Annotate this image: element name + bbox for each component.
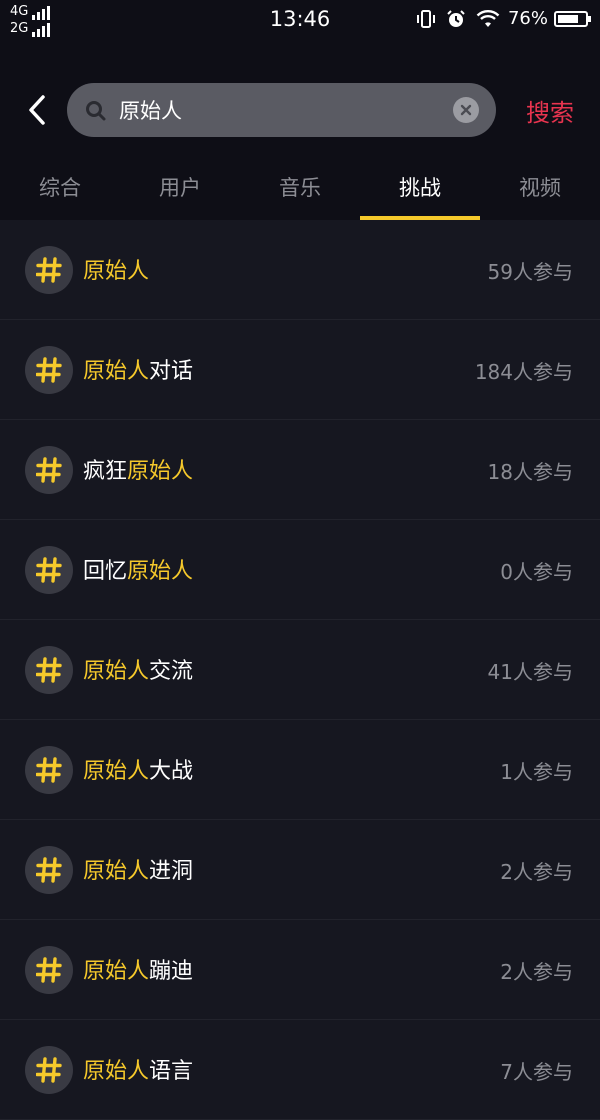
vibrate-icon bbox=[416, 9, 436, 29]
challenge-item[interactable]: 原始人大战 1人参与 bbox=[0, 720, 600, 820]
chevron-left-icon bbox=[29, 95, 45, 125]
challenge-title: 原始人蹦迪 bbox=[83, 953, 193, 985]
clear-search-button[interactable] bbox=[453, 97, 479, 123]
challenge-title-highlight: 原始人 bbox=[83, 759, 150, 784]
hashtag-icon bbox=[25, 846, 73, 894]
status-bar: 4G 2G 13:46 76% bbox=[0, 0, 600, 40]
challenge-title-highlight: 原始人 bbox=[83, 1059, 150, 1084]
challenge-title: 原始人对话 bbox=[83, 353, 193, 385]
close-icon bbox=[460, 104, 472, 116]
battery-percentage: 76% bbox=[507, 8, 548, 29]
search-bar[interactable] bbox=[67, 83, 496, 137]
challenge-title-suffix: 进洞 bbox=[149, 859, 194, 884]
challenge-title-suffix: 蹦迪 bbox=[149, 959, 194, 984]
participant-count: 2人参与 bbox=[500, 860, 573, 884]
challenge-title-prefix: 回忆 bbox=[83, 559, 128, 584]
challenge-title-suffix: 大战 bbox=[149, 759, 194, 784]
challenge-title-highlight: 原始人 bbox=[83, 659, 150, 684]
participant-count: 2人参与 bbox=[500, 960, 573, 984]
challenge-title: 原始人交流 bbox=[83, 653, 193, 685]
participant-count: 41人参与 bbox=[487, 660, 573, 684]
challenge-item[interactable]: 原始人对话 184人参与 bbox=[0, 320, 600, 420]
challenge-title-highlight: 原始人 bbox=[83, 959, 150, 984]
search-icon bbox=[85, 100, 107, 126]
battery-fill bbox=[558, 14, 578, 23]
hashtag-icon bbox=[25, 746, 73, 794]
hashtag-icon bbox=[25, 446, 73, 494]
challenge-item[interactable]: 原始人交流 41人参与 bbox=[0, 620, 600, 720]
challenge-title-suffix: 对话 bbox=[149, 359, 194, 384]
participant-count: 1人参与 bbox=[500, 760, 573, 784]
battery-icon bbox=[554, 10, 591, 27]
tab-challenges[interactable]: 挑战 bbox=[360, 160, 480, 220]
challenge-item[interactable]: 原始人 59人参与 bbox=[0, 220, 600, 320]
challenge-title-highlight: 原始人 bbox=[83, 359, 150, 384]
tab-music[interactable]: 音乐 bbox=[240, 160, 360, 220]
challenge-title: 原始人语言 bbox=[83, 1053, 193, 1085]
hashtag-icon bbox=[25, 346, 73, 394]
hashtag-icon bbox=[25, 946, 73, 994]
participant-count: 7人参与 bbox=[500, 1060, 573, 1084]
header: 4G 2G 13:46 76% 原始人 搜索 综合 用户 音乐 挑战 视频 bbox=[0, 0, 600, 220]
challenge-results-list: 原始人 59人参与 原始人对话 184人参与 疯狂原始人 18人参与 回忆原始人… bbox=[0, 220, 600, 1120]
challenge-title: 原始人 bbox=[83, 253, 149, 285]
alarm-icon bbox=[446, 9, 466, 29]
participant-count: 59人参与 bbox=[487, 260, 573, 284]
search-button[interactable]: 搜索 bbox=[526, 93, 574, 128]
wifi-icon bbox=[476, 9, 500, 29]
tab-users[interactable]: 用户 bbox=[120, 160, 240, 220]
search-input[interactable] bbox=[119, 93, 439, 127]
challenge-title-prefix: 疯狂 bbox=[83, 459, 128, 484]
hashtag-icon bbox=[25, 246, 73, 294]
challenge-title-suffix: 交流 bbox=[149, 659, 194, 684]
challenge-item[interactable]: 回忆原始人 0人参与 bbox=[0, 520, 600, 620]
participant-count: 0人参与 bbox=[500, 560, 573, 584]
challenge-title: 疯狂原始人 bbox=[83, 453, 193, 485]
tab-videos[interactable]: 视频 bbox=[480, 160, 600, 220]
challenge-title-highlight: 原始人 bbox=[83, 859, 150, 884]
challenge-title-suffix: 语言 bbox=[149, 1059, 194, 1084]
challenge-title: 回忆原始人 bbox=[83, 553, 193, 585]
challenge-title-highlight: 原始人 bbox=[127, 559, 194, 584]
challenge-title-highlight: 原始人 bbox=[83, 259, 150, 284]
hashtag-icon bbox=[25, 546, 73, 594]
hashtag-icon bbox=[25, 1046, 73, 1094]
participant-count: 18人参与 bbox=[487, 460, 573, 484]
status-icons: 76% bbox=[406, 8, 591, 29]
tab-bar: 综合 用户 音乐 挑战 视频 bbox=[0, 160, 600, 220]
hashtag-icon bbox=[25, 646, 73, 694]
challenge-title: 原始人进洞 bbox=[83, 853, 193, 885]
challenge-item[interactable]: 疯狂原始人 18人参与 bbox=[0, 420, 600, 520]
participant-count: 184人参与 bbox=[474, 360, 573, 384]
challenge-title-highlight: 原始人 bbox=[127, 459, 194, 484]
challenge-item[interactable]: 原始人进洞 2人参与 bbox=[0, 820, 600, 920]
challenge-title: 原始人大战 bbox=[83, 753, 193, 785]
tab-general[interactable]: 综合 bbox=[0, 160, 120, 220]
back-button[interactable] bbox=[22, 92, 52, 128]
challenge-item[interactable]: 原始人蹦迪 2人参与 bbox=[0, 920, 600, 1020]
challenge-item[interactable]: 原始人语言 7人参与 bbox=[0, 1020, 600, 1120]
